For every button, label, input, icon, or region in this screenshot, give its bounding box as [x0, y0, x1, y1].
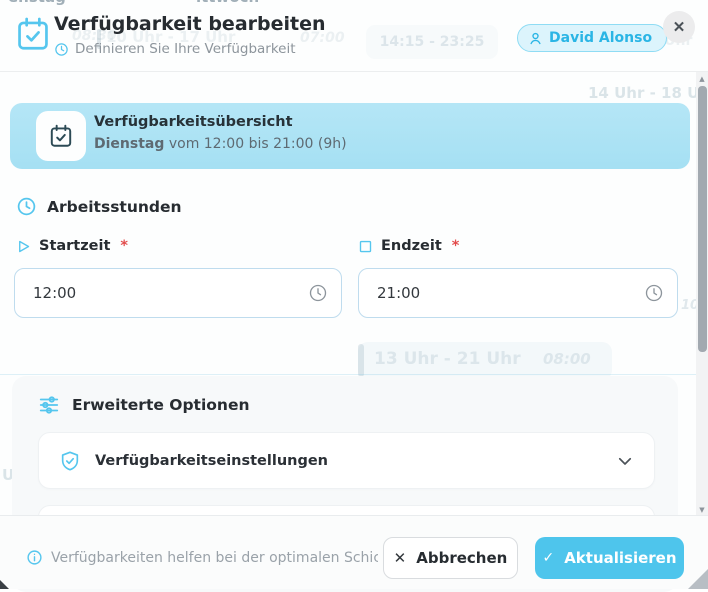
scroll-up-arrow-icon[interactable]: ▲ — [696, 75, 708, 83]
modal-subtitle: Definieren Sie Ihre Verfügbarkeit — [54, 41, 296, 57]
close-x-icon: ✕ — [393, 549, 407, 567]
chevron-down-icon — [616, 452, 634, 470]
clock-icon — [54, 42, 69, 57]
resize-handle-corner — [688, 569, 708, 589]
cancel-button-label: Abbrechen — [416, 549, 508, 567]
availability-settings-accordion[interactable]: Verfügbarkeitseinstellungen — [38, 432, 655, 489]
banner-time-range: vom 12:00 bis 21:00 (9h) — [164, 136, 347, 152]
calendar-check-icon — [14, 13, 52, 55]
availability-overview-banner: Verfügbarkeitsübersicht Dienstag vom 12:… — [10, 103, 690, 169]
sliders-icon — [38, 394, 60, 416]
start-time-input[interactable] — [14, 268, 342, 318]
modal-subtitle-text: Definieren Sie Ihre Verfügbarkeit — [75, 41, 296, 57]
banner-title: Verfügbarkeitsübersicht — [94, 114, 293, 130]
start-time-label-text: Startzeit — [39, 238, 111, 254]
vertical-scrollbar[interactable]: ▲ ▼ — [696, 72, 708, 517]
end-time-label: Endzeit * — [358, 238, 459, 254]
shield-check-icon — [59, 450, 81, 472]
modal-footer: Verfügbarkeiten helfen bei der optimalen… — [0, 515, 708, 589]
scroll-down-arrow-icon[interactable]: ▼ — [696, 506, 708, 514]
play-icon — [16, 239, 31, 254]
close-button[interactable]: ✕ — [663, 11, 695, 43]
backdrop-corner-bottom-left — [0, 580, 9, 589]
user-badge-name: David Alonso — [549, 30, 653, 46]
edit-availability-modal: enstag ittwoch 08:30 10 Uhr - 17 Uhr 07:… — [0, 0, 708, 592]
banner-day: Dienstag — [94, 136, 165, 152]
accordion-label: Verfügbarkeitseinstellungen — [95, 452, 329, 469]
work-hours-section-title: Arbeitsstunden — [16, 196, 182, 217]
required-marker: * — [451, 238, 460, 254]
modal-body: Verfügbarkeitsübersicht Dienstag vom 12:… — [0, 72, 696, 592]
page-title: Verfügbarkeit bearbeiten — [54, 13, 326, 35]
end-time-label-text: Endzeit — [381, 238, 442, 254]
work-hours-title-text: Arbeitsstunden — [47, 197, 182, 216]
user-icon — [528, 31, 543, 46]
update-button-label: Aktualisieren — [564, 549, 677, 567]
modal-header: Verfügbarkeit bearbeiten Definieren Sie … — [0, 0, 708, 72]
start-time-label: Startzeit * — [16, 238, 128, 254]
update-button[interactable]: ✓ Aktualisieren — [535, 537, 684, 579]
close-icon: ✕ — [672, 19, 686, 36]
cancel-button[interactable]: ✕ Abbrechen — [383, 537, 518, 579]
clock-icon[interactable] — [308, 283, 328, 303]
clock-icon[interactable] — [644, 283, 664, 303]
stop-square-icon — [358, 239, 373, 254]
user-badge[interactable]: David Alonso — [517, 24, 668, 52]
end-time-input[interactable] — [358, 268, 678, 318]
clock-icon — [16, 196, 37, 217]
scrollbar-thumb[interactable] — [697, 86, 707, 352]
footer-info: Verfügbarkeiten helfen bei der optimalen… — [26, 549, 378, 566]
check-icon: ✓ — [542, 550, 555, 566]
required-marker: * — [120, 238, 129, 254]
start-time-field — [14, 268, 342, 318]
banner-detail: Dienstag vom 12:00 bis 21:00 (9h) — [94, 136, 347, 152]
end-time-field — [358, 268, 678, 318]
advanced-options-title-text: Erweiterte Optionen — [72, 396, 250, 414]
footer-info-text: Verfügbarkeiten helfen bei der optimalen… — [51, 549, 378, 566]
info-icon — [26, 549, 43, 566]
advanced-options-section-title: Erweiterte Optionen — [38, 394, 250, 416]
calendar-check-icon — [36, 111, 86, 161]
